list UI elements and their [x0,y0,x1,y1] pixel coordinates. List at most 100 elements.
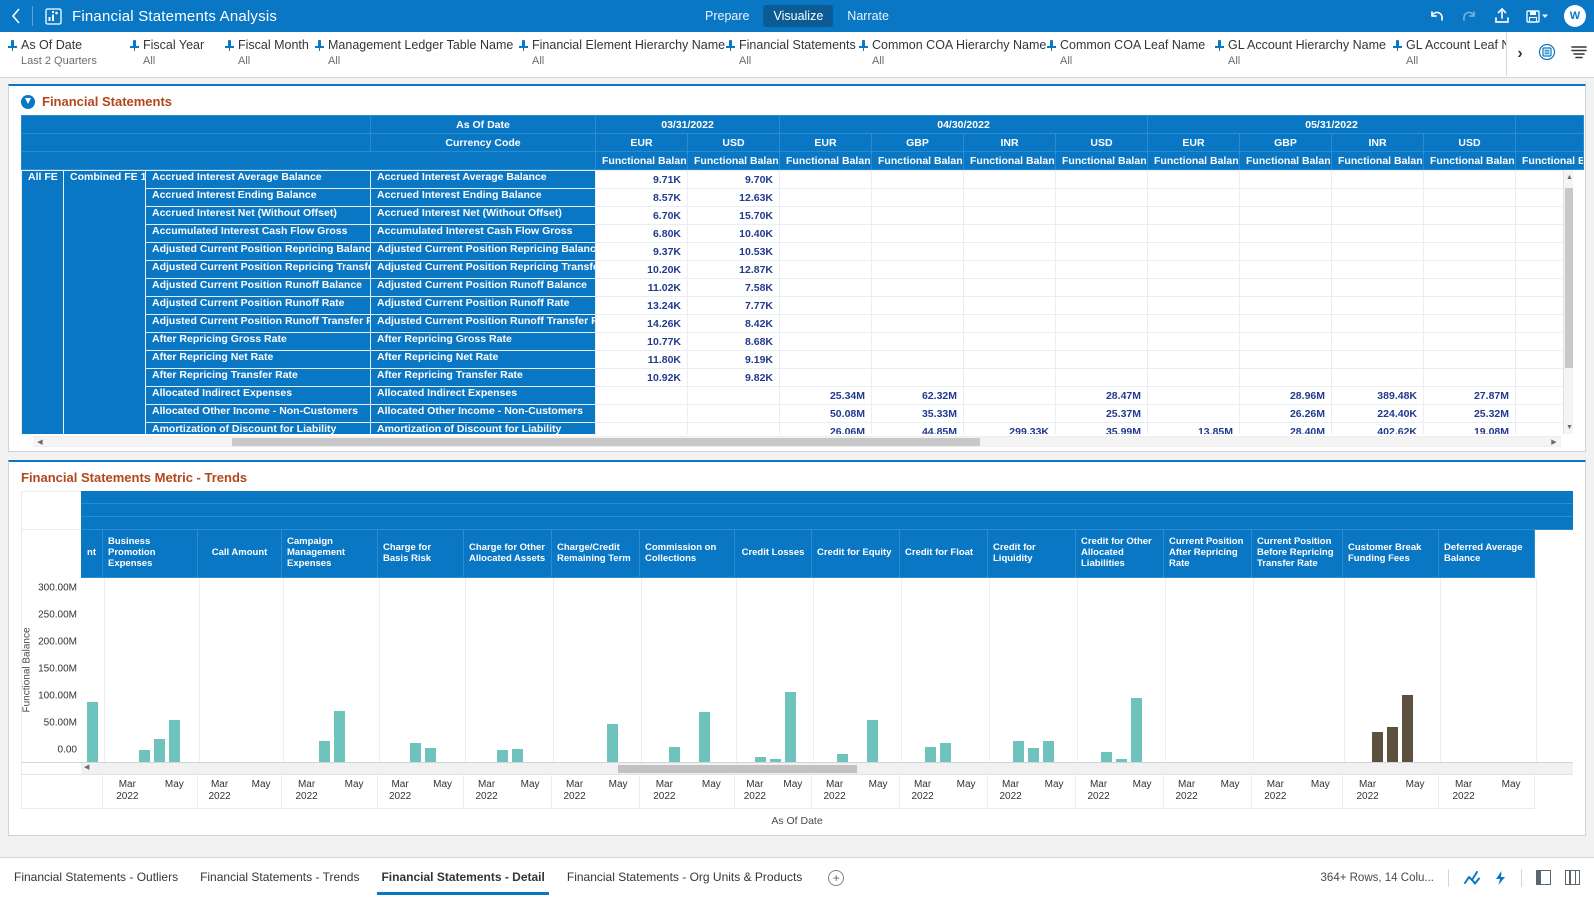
table-row[interactable]: Amortization of Discount for Liability Am… [22,422,1573,434]
table-cell[interactable] [1055,350,1148,369]
scroll-up-arrow[interactable]: ▲ [1565,172,1573,182]
chart-scroll-thumb[interactable] [618,765,857,773]
table-cell[interactable] [779,206,872,225]
row-label[interactable]: Accrued Interest Average Balance [370,170,596,189]
table-cell[interactable]: 13.24K [595,296,688,315]
table-cell[interactable] [963,224,1056,243]
chart-column-header[interactable]: Credit for Liquidity [988,530,1076,578]
trellis-bar-chart[interactable]: nt Business Promotion Expenses Call Amount… [21,491,1573,835]
table-cell[interactable] [1147,296,1240,315]
chart-panel-column[interactable] [81,578,105,762]
table-cell[interactable] [779,260,872,279]
table-cell[interactable] [1239,224,1332,243]
table-cell[interactable] [963,188,1056,207]
chart-panel-column[interactable] [902,578,990,762]
table-cell[interactable] [1147,404,1240,423]
table-cell[interactable]: 25.37M [1055,404,1148,423]
table-cell[interactable] [1239,368,1332,387]
table-cell[interactable]: 10.92K [595,368,688,387]
chart-column-header[interactable]: Credit for Other Allocated Liabilities [1076,530,1164,578]
tab-financial-statements-trends[interactable]: Financial Statements - Trends [200,860,359,895]
row-label[interactable]: Accrued Interest Average Balance [145,170,371,189]
table-cell[interactable] [1331,242,1424,261]
both-panels-toggle-icon[interactable] [1565,870,1580,885]
table-row[interactable]: Allocated Indirect Expenses Allocated Ind… [22,386,1573,405]
table-cell[interactable]: 402.62K [1331,422,1424,434]
chart-bar[interactable] [1028,747,1039,762]
table-cell[interactable] [871,170,964,189]
chart-column-header[interactable]: Credit for Equity [812,530,900,578]
table-row[interactable]: Accrued Interest Ending Balance Accrued I… [22,188,1573,207]
chart-column-header[interactable]: Commission on Collections [640,530,735,578]
chart-bar[interactable] [607,724,618,762]
table-cell[interactable] [1423,170,1516,189]
chart-column-header[interactable]: Current Position After Repricing Rate [1164,530,1252,578]
table-cell[interactable] [779,170,872,189]
chart-panel-column[interactable] [990,578,1078,762]
table-cell[interactable] [779,242,872,261]
table-row[interactable]: Adjusted Current Position Runoff Transfe… [22,314,1573,333]
nav-visualize[interactable]: Visualize [763,5,834,27]
undo-icon[interactable] [1428,9,1445,24]
table-cell[interactable] [963,350,1056,369]
table-cell[interactable]: 27.87M [1423,386,1516,405]
row-label[interactable]: Accrued Interest Net (Without Offset) [145,206,371,225]
save-icon[interactable] [1526,9,1548,24]
table-cell[interactable]: 9.71K [595,170,688,189]
table-cell[interactable]: 19.08M [1423,422,1516,434]
chart-plot-columns[interactable] [81,578,1573,763]
table-cell[interactable] [963,386,1056,405]
table-cell[interactable]: 8.42K [687,314,780,333]
table-cell[interactable] [779,188,872,207]
table-cell[interactable]: 50.08M [779,404,872,423]
row-label[interactable]: After Repricing Transfer Rate [370,368,596,387]
table-cell[interactable]: 8.68K [687,332,780,351]
chart-panel-column[interactable] [814,578,902,762]
table-cell[interactable] [871,314,964,333]
table-row[interactable]: After Repricing Gross Rate After Repricin… [22,332,1573,351]
chart-scroll-left-arrow[interactable]: ◀ [84,763,89,771]
table-row[interactable]: Adjusted Current Position Runoff Rate Adj… [22,296,1573,315]
table-cell[interactable]: 25.32M [1423,404,1516,423]
table-cell[interactable] [1055,224,1148,243]
table-cell[interactable] [1239,350,1332,369]
chart-panel-column[interactable] [105,578,200,762]
row-label[interactable]: Amortization of Discount for Liability [370,422,596,434]
table-cell[interactable]: 28.96M [1239,386,1332,405]
table-cell[interactable]: 62.32M [871,386,964,405]
table-cell[interactable] [779,314,872,333]
table-cell[interactable] [1331,314,1424,333]
tab-financial-statements-org-units-products[interactable]: Financial Statements - Org Units & Produ… [567,860,802,895]
table-cell[interactable] [1147,278,1240,297]
row-label[interactable]: Accumulated Interest Cash Flow Gross [370,224,596,243]
table-row[interactable]: All FE Combined FE 1 Accrued Interest Aver… [21,170,1573,434]
chart-bar[interactable] [496,750,508,762]
row-label[interactable]: Accumulated Interest Cash Flow Gross [145,224,371,243]
table-cell[interactable] [1331,350,1424,369]
row-label[interactable]: After Repricing Net Rate [370,350,596,369]
lightning-icon[interactable] [1494,870,1507,886]
row-label[interactable]: Adjusted Current Position Repricing Tran… [370,260,596,279]
chart-column-header[interactable]: nt [81,530,103,578]
table-cell[interactable]: 9.70K [687,170,780,189]
row-label[interactable]: Accrued Interest Ending Balance [370,188,596,207]
table-cell[interactable] [1147,170,1240,189]
chart-panel-column[interactable] [737,578,814,762]
table-cell[interactable] [1423,368,1516,387]
table-cell[interactable] [963,404,1056,423]
table-cell[interactable]: 224.40K [1331,404,1424,423]
row-label[interactable]: Adjusted Current Position Runoff Rate [370,296,596,315]
chart-bar[interactable] [940,742,951,762]
tab-financial-statements-outliers[interactable]: Financial Statements - Outliers [14,860,178,895]
table-row[interactable]: Allocated Other Income - Non-Customers Al… [22,404,1573,423]
row-label[interactable]: Allocated Other Income - Non-Customers [370,404,596,423]
table-cell[interactable] [1423,242,1516,261]
chart-bar[interactable] [409,742,421,762]
table-cell[interactable] [1423,332,1516,351]
table-cell[interactable] [1055,278,1148,297]
chart-bar[interactable] [668,746,680,762]
table-cell[interactable] [1055,206,1148,225]
table-cell[interactable] [1331,296,1424,315]
table-cell[interactable] [871,278,964,297]
chart-horizontal-scrollbar[interactable]: ◀ [21,763,1573,775]
